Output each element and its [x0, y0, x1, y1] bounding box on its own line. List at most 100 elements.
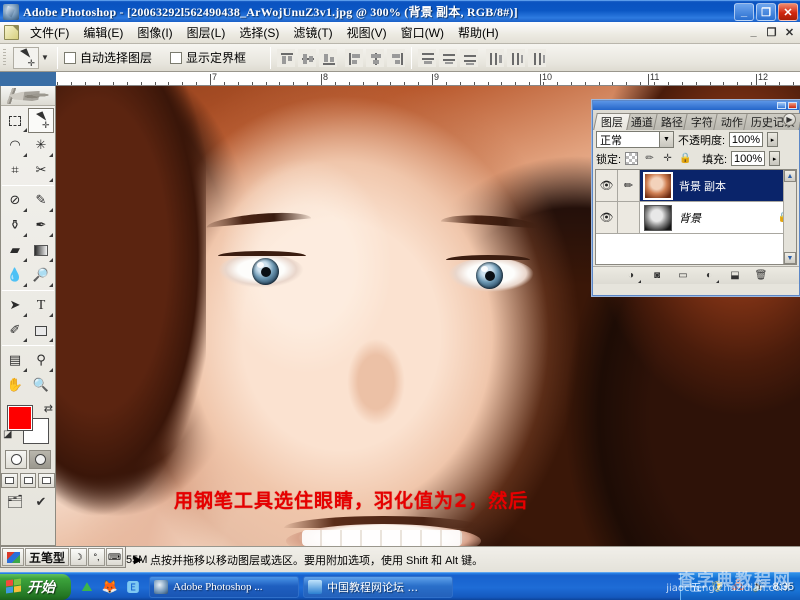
- auto-select-layer-option[interactable]: 自动选择图层: [64, 49, 152, 66]
- current-tool-move-icon[interactable]: [13, 46, 39, 69]
- delete-layer-icon[interactable]: 🗑: [754, 269, 768, 283]
- scroll-up-arrow-icon[interactable]: ▲: [784, 170, 796, 182]
- hand-tool[interactable]: ✋: [2, 373, 28, 398]
- menu-window[interactable]: 窗口(W): [394, 22, 451, 43]
- chevron-down-icon[interactable]: ▼: [659, 132, 673, 147]
- opacity-spinner-icon[interactable]: ▸: [767, 132, 779, 147]
- full-screen-mode-icon[interactable]: [38, 473, 56, 488]
- ime-tray-icon[interactable]: 五: [689, 579, 704, 594]
- quick-mask-mode-icon[interactable]: [29, 450, 51, 469]
- layer-thumbnail[interactable]: [644, 204, 672, 231]
- healing-brush-tool[interactable]: ⊘: [2, 188, 28, 213]
- show-bounding-box-option[interactable]: 显示定界框: [170, 49, 246, 66]
- foreground-color-swatch[interactable]: [7, 405, 33, 431]
- history-brush-tool[interactable]: ✒: [28, 213, 54, 238]
- lock-image-pixels-icon[interactable]: ✏: [643, 152, 656, 165]
- maximize-button[interactable]: ❐: [756, 3, 776, 21]
- palette-minimize-button[interactable]: [777, 102, 786, 109]
- options-bar-grip[interactable]: [1, 45, 9, 70]
- eraser-tool[interactable]: ▰: [2, 238, 28, 263]
- palette-close-button[interactable]: [788, 102, 797, 109]
- rectangle-shape-tool[interactable]: [28, 318, 54, 343]
- distribute-right-edges-icon[interactable]: [528, 48, 547, 67]
- auto-select-layer-checkbox[interactable]: [64, 51, 76, 64]
- volume-icon[interactable]: 🔊: [752, 579, 767, 594]
- ime-language-icon[interactable]: [2, 548, 24, 566]
- menu-image[interactable]: 图像(I): [130, 22, 179, 43]
- mdi-restore-button[interactable]: ❐: [764, 25, 779, 39]
- blend-mode-select[interactable]: 正常 ▼: [596, 131, 674, 148]
- align-right-edges-icon[interactable]: [387, 48, 406, 67]
- document-control-icon[interactable]: [4, 25, 19, 40]
- palette-title-bar[interactable]: [593, 101, 799, 110]
- distribute-left-edges-icon[interactable]: [486, 48, 505, 67]
- jump-to-imageready-icon[interactable]: 🗂: [5, 493, 25, 510]
- pen-tool[interactable]: ✐: [2, 318, 28, 343]
- type-tool[interactable]: T: [28, 293, 54, 318]
- layers-list[interactable]: 👁 ✏ 背景 副本 👁 背景 🔒 ▲ ▼: [595, 169, 797, 265]
- edit-in-imageready-icon[interactable]: ✔: [31, 493, 51, 510]
- layer-active-indicator[interactable]: [618, 202, 640, 233]
- ie-icon[interactable]: 🅴: [125, 579, 141, 595]
- tool-preset-chevron-down-icon[interactable]: ▼: [39, 47, 51, 69]
- clone-stamp-tool[interactable]: ⚱: [2, 213, 28, 238]
- new-layer-icon[interactable]: ⬓: [728, 269, 742, 283]
- eyedropper-tool[interactable]: ⚲: [28, 348, 54, 373]
- slice-tool[interactable]: ✂: [28, 158, 54, 183]
- show-bounding-box-checkbox[interactable]: [170, 51, 183, 64]
- menu-view[interactable]: 视图(V): [340, 22, 394, 43]
- align-top-edges-icon[interactable]: [277, 48, 296, 67]
- path-selection-tool[interactable]: ➤: [2, 293, 28, 318]
- layer-style-icon[interactable]: ◑: [624, 269, 641, 283]
- fill-spinner-icon[interactable]: ▸: [769, 151, 781, 166]
- align-bottom-edges-icon[interactable]: [319, 48, 338, 67]
- crop-tool[interactable]: ⌗: [2, 158, 28, 183]
- ime-punctuation-icon[interactable]: °,: [88, 548, 106, 566]
- layer-row[interactable]: 👁 ✏ 背景 副本: [596, 170, 796, 202]
- layer-name[interactable]: 背景 副本: [679, 178, 726, 194]
- layer-visibility-toggle[interactable]: 👁: [596, 202, 618, 233]
- toolbox-title-bar[interactable]: [1, 86, 55, 106]
- lock-position-icon[interactable]: ✛: [661, 152, 674, 165]
- default-colors-icon[interactable]: ◪: [3, 429, 12, 440]
- new-group-icon[interactable]: ▭: [676, 269, 690, 283]
- tab-layers[interactable]: 图层: [593, 113, 631, 130]
- app-title-bar[interactable]: Adobe Photoshop - [20063292l562490438_Ar…: [0, 0, 800, 22]
- taskbar-item-photoshop[interactable]: Adobe Photoshop ...: [149, 575, 299, 598]
- magic-wand-tool[interactable]: ✳: [28, 133, 54, 158]
- standard-mode-icon[interactable]: [5, 450, 27, 469]
- ime-method-name[interactable]: 五笔型: [25, 548, 70, 566]
- distribute-top-edges-icon[interactable]: [418, 48, 437, 67]
- browser-icon[interactable]: 🦊: [102, 579, 118, 595]
- layer-active-indicator[interactable]: ✏: [618, 170, 640, 201]
- full-screen-with-menubar-icon[interactable]: [19, 473, 37, 488]
- swap-colors-icon[interactable]: ⇄: [44, 402, 53, 415]
- desktop-icon[interactable]: ⛰: [79, 579, 95, 595]
- gradient-tool[interactable]: [28, 238, 54, 263]
- shield-icon[interactable]: 🛡: [710, 579, 725, 594]
- close-button[interactable]: ✕: [778, 3, 798, 21]
- new-adjustment-layer-icon[interactable]: ◐: [702, 269, 719, 283]
- marquee-tool[interactable]: [2, 108, 28, 133]
- taskbar-clock[interactable]: 8:35: [773, 581, 794, 593]
- panel-menu-icon[interactable]: ▶: [783, 113, 796, 126]
- menu-edit[interactable]: 编辑(E): [76, 22, 130, 43]
- lasso-tool[interactable]: ◠: [2, 133, 28, 158]
- layer-visibility-toggle[interactable]: 👁: [596, 170, 618, 201]
- distribute-bottom-edges-icon[interactable]: [460, 48, 479, 67]
- ime-halfwidth-icon[interactable]: ☽: [70, 548, 88, 566]
- distribute-vertical-centers-icon[interactable]: [439, 48, 458, 67]
- move-tool[interactable]: [28, 108, 54, 133]
- dodge-tool[interactable]: 🔎: [28, 263, 54, 288]
- brush-tool[interactable]: ✎: [28, 188, 54, 213]
- fill-input[interactable]: 100%: [731, 151, 766, 166]
- layer-name[interactable]: 背景: [679, 210, 701, 226]
- layer-row[interactable]: 👁 背景 🔒: [596, 202, 796, 234]
- zoom-tool[interactable]: 🔍: [28, 373, 54, 398]
- notes-tool[interactable]: ▤: [2, 348, 28, 373]
- minimize-button[interactable]: _: [734, 3, 754, 21]
- layer-thumbnail[interactable]: [643, 171, 673, 200]
- menu-filter[interactable]: 滤镜(T): [286, 22, 339, 43]
- menu-help[interactable]: 帮助(H): [451, 22, 506, 43]
- menu-select[interactable]: 选择(S): [232, 22, 286, 43]
